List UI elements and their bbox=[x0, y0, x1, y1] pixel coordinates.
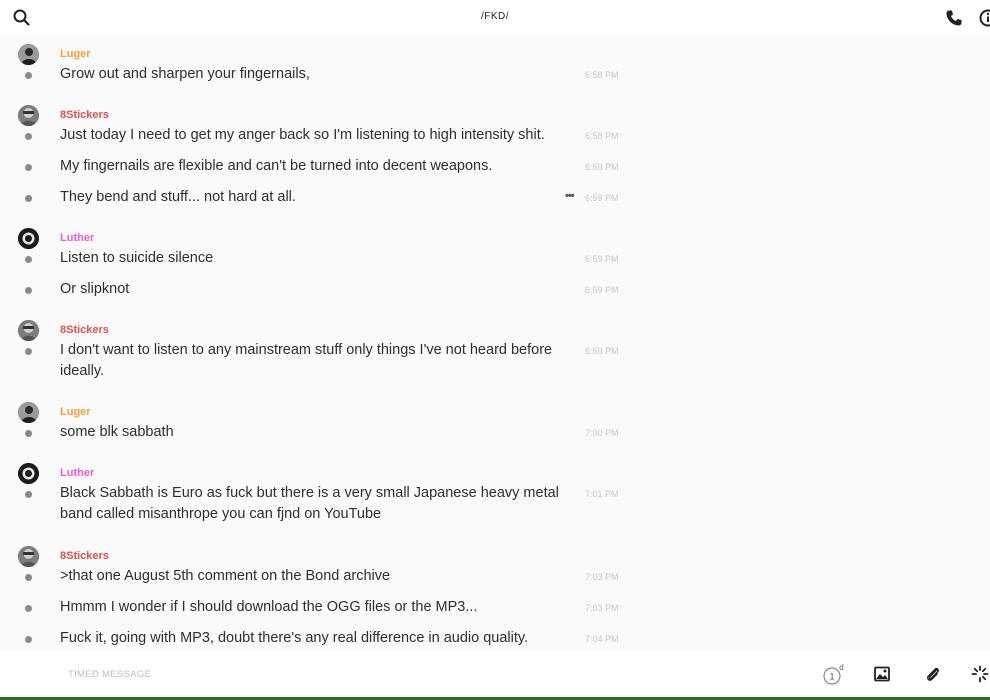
avatar[interactable] bbox=[18, 44, 39, 65]
message-text: >that one August 5th comment on the Bond… bbox=[60, 568, 391, 584]
avatar[interactable] bbox=[18, 546, 39, 567]
status-dot bbox=[25, 287, 32, 294]
message-text: Or slipknot bbox=[60, 281, 130, 297]
message-text: They bend and stuff... not hard at all. bbox=[60, 189, 296, 205]
message-text: My fingernails are flexible and can't be… bbox=[60, 158, 493, 174]
timestamp: 6:58 PM bbox=[585, 131, 619, 141]
message-text: some blk sabbath bbox=[60, 424, 174, 440]
status-dot bbox=[25, 256, 32, 263]
timestamp: 7:03 PM bbox=[585, 572, 619, 582]
status-dot bbox=[25, 636, 32, 643]
sender-name: Luger bbox=[60, 48, 91, 60]
timestamp: 7:03 PM bbox=[585, 603, 619, 613]
message-text: Just today I need to get my anger back s… bbox=[60, 127, 545, 143]
timestamp: 7:01 PM bbox=[585, 489, 619, 499]
status-dot bbox=[25, 195, 32, 202]
timestamp: 7:00 PM bbox=[585, 428, 619, 438]
avatar[interactable] bbox=[18, 228, 39, 249]
timestamp: 6:59 PM bbox=[585, 162, 619, 172]
status-dot bbox=[25, 430, 32, 437]
sender-name: 8Stickers bbox=[60, 324, 109, 336]
timestamp: 6:59 PM bbox=[585, 193, 619, 203]
sender-name: 8Stickers bbox=[60, 109, 109, 121]
timestamp: 6:59 PM bbox=[585, 346, 619, 356]
status-dot bbox=[25, 574, 32, 581]
avatar[interactable] bbox=[18, 105, 39, 126]
paperclip-icon[interactable] bbox=[922, 664, 942, 684]
sender-name: 8Stickers bbox=[60, 550, 109, 562]
sender-name: Luther bbox=[60, 232, 95, 244]
more-options-icon[interactable]: ••• bbox=[565, 190, 575, 202]
status-dot bbox=[25, 605, 32, 612]
message-input[interactable]: TIMED MESSAGE bbox=[68, 669, 151, 680]
timestamp: 6:58 PM bbox=[585, 70, 619, 80]
spinner-icon[interactable] bbox=[970, 664, 990, 684]
composer-bar: TIMED MESSAGE 1 d bbox=[0, 650, 990, 700]
message-text: Fuck it, going with MP3, doubt there's a… bbox=[60, 630, 529, 646]
status-dot bbox=[25, 133, 32, 140]
phone-icon[interactable] bbox=[944, 8, 964, 28]
avatar[interactable] bbox=[18, 463, 39, 484]
status-dot bbox=[25, 348, 32, 355]
sender-name: Luger bbox=[60, 406, 91, 418]
sender-name: Luther bbox=[60, 467, 95, 479]
timer-unit: d bbox=[839, 663, 843, 672]
timestamp: 6:59 PM bbox=[585, 285, 619, 295]
message-text: Black Sabbath is Euro as fuck but there … bbox=[60, 485, 559, 522]
top-bar: /FKD/ bbox=[0, 0, 990, 34]
timestamp: 7:04 PM bbox=[585, 634, 619, 644]
timer-value: 1 bbox=[829, 672, 834, 682]
status-dot bbox=[25, 491, 32, 498]
timestamp: 6:59 PM bbox=[585, 254, 619, 264]
message-list[interactable]: Luger Grow out and sharpen your fingerna… bbox=[0, 34, 990, 648]
status-dot bbox=[25, 72, 32, 79]
timer-icon[interactable]: 1 d bbox=[822, 663, 846, 687]
message-text: Listen to suicide silence bbox=[60, 250, 214, 266]
conversation-title: /FKD/ bbox=[480, 11, 510, 22]
avatar[interactable] bbox=[18, 320, 39, 341]
message-text: Grow out and sharpen your fingernails, bbox=[60, 66, 310, 82]
status-dot bbox=[25, 164, 32, 171]
image-icon[interactable] bbox=[872, 664, 892, 684]
message-text: Hmmm I wonder if I should download the O… bbox=[60, 599, 478, 615]
avatar[interactable] bbox=[18, 402, 39, 423]
info-icon[interactable] bbox=[978, 8, 990, 28]
message-text: I don't want to listen to any mainstream… bbox=[60, 342, 553, 379]
